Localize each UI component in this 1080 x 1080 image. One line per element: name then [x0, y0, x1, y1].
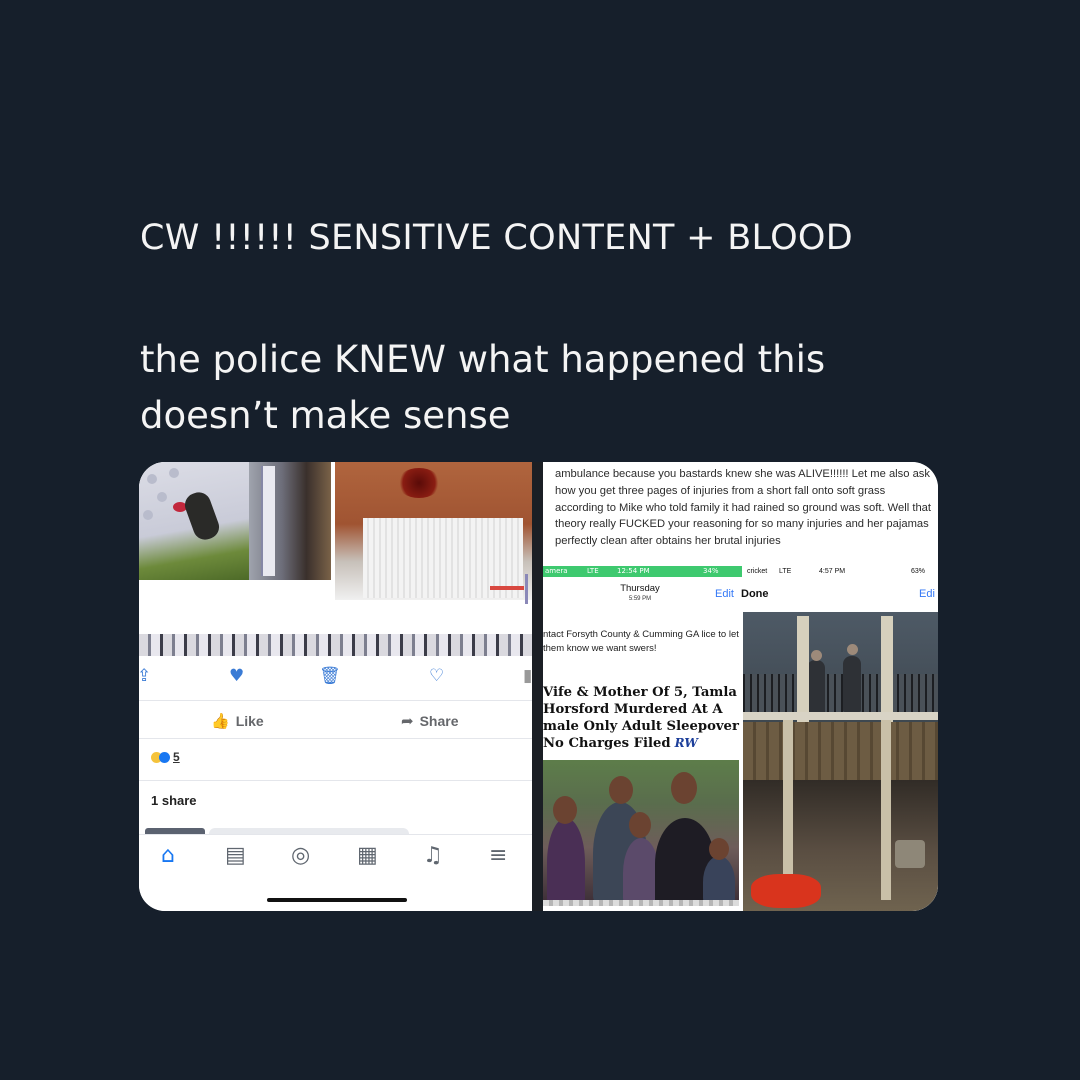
person — [843, 656, 861, 712]
share-button[interactable]: ➦ Share — [401, 712, 459, 730]
thumbs-up-icon: 👍 — [211, 713, 230, 730]
status-time: 4:57 PM — [819, 568, 846, 575]
watch-icon[interactable]: ▦ — [357, 843, 378, 868]
evidence-photo-wound[interactable] — [335, 462, 532, 604]
content-warning: CW !!!!!! SENSITIVE CONTENT + BLOOD — [140, 218, 854, 258]
carrier-label: amera — [545, 567, 568, 575]
divider — [139, 700, 532, 701]
evidence-photo-ground[interactable] — [139, 462, 249, 580]
publisher-logo: RW — [674, 736, 698, 750]
share-count[interactable]: 1 share — [151, 793, 197, 808]
bell-icon[interactable]: ♫ — [423, 843, 443, 868]
status-bar-right: cricket LTE 4:57 PM 63% — [743, 566, 938, 577]
share-arrow-icon: ➦ — [401, 713, 414, 730]
family-photo[interactable] — [543, 760, 739, 906]
network-label: LTE — [587, 567, 599, 575]
headline-text: Vife & Mother Of 5, Tamla Horsford Murde… — [543, 685, 739, 751]
person — [807, 660, 825, 716]
battery-level: 34% — [703, 567, 719, 575]
reaction-summary[interactable]: 5 — [151, 750, 180, 764]
heart-outline-icon[interactable]: ♡ — [429, 666, 444, 686]
news-screenshot-collage: ambulance because you bastards knew she … — [543, 462, 938, 911]
person — [547, 818, 585, 906]
news-headline: Vife & Mother Of 5, Tamla Horsford Murde… — [543, 684, 739, 752]
marketplace-icon[interactable]: ▤ — [225, 843, 246, 868]
evidence-photo-ruler[interactable] — [249, 462, 331, 580]
face — [709, 838, 729, 860]
like-label: Like — [235, 713, 264, 729]
like-button[interactable]: 👍 Like — [211, 712, 264, 730]
reaction-count: 5 — [173, 750, 180, 764]
status-bar-left: amera LTE 12:54 PM 34% — [543, 566, 742, 577]
facebook-post-screenshot: ⇪ ♥ 🗑 ♡ ▮ 👍 Like ➦ Share 5 1 share ⌂ ▤ ◎ ▦… — [139, 462, 532, 911]
network-label: LTE — [779, 568, 792, 575]
done-button[interactable]: Done — [741, 588, 769, 600]
contact-text: ntact Forsyth County & Cumming GA lice t… — [543, 629, 739, 654]
bottom-nav-bar: ⌂ ▤ ◎ ▦ ♫ ≡ — [139, 835, 532, 881]
groups-icon[interactable]: ◎ — [291, 843, 310, 868]
face — [671, 772, 697, 804]
heart-filled-icon[interactable]: ♥ — [229, 666, 244, 686]
note-day: Thursday — [620, 583, 660, 594]
note-time: 5:59 PM — [628, 596, 652, 602]
post-text: ambulance because you bastards knew she … — [555, 468, 932, 548]
person — [623, 838, 659, 906]
caption-text: the police KNEW what happened this doesn… — [140, 338, 826, 437]
face — [847, 644, 858, 655]
share-icon[interactable]: ⇪ — [139, 666, 151, 686]
home-indicator[interactable] — [267, 898, 407, 902]
collage-divider — [532, 462, 543, 911]
red-circle-annotation — [751, 874, 821, 908]
menu-icon[interactable]: ≡ — [489, 843, 507, 868]
face — [811, 650, 822, 661]
edit-button[interactable]: Edi — [919, 588, 935, 600]
battery-level: 63% — [911, 568, 926, 575]
share-label: Share — [419, 713, 459, 729]
like-reaction-icon — [159, 752, 170, 764]
screenshot-collage: ⇪ ♥ 🗑 ♡ ▮ 👍 Like ➦ Share 5 1 share ⌂ ▤ ◎ ▦… — [139, 462, 938, 911]
face — [629, 812, 651, 838]
divider — [139, 738, 532, 739]
trash-icon[interactable]: ▮ — [523, 666, 532, 686]
photo-action-row: ⇪ ♥ 🗑 ♡ ▮ — [139, 666, 532, 690]
home-icon[interactable]: ⌂ — [161, 843, 175, 868]
trash-icon[interactable]: 🗑 — [319, 666, 341, 686]
divider — [139, 780, 532, 781]
carrier-label: cricket — [747, 568, 768, 575]
face — [609, 776, 633, 804]
house-balcony-photo[interactable] — [743, 612, 938, 911]
person — [703, 856, 735, 906]
face — [553, 796, 577, 824]
photo-thumbnail-strip[interactable] — [139, 634, 532, 656]
status-time: 12:54 PM — [617, 567, 650, 575]
edit-button[interactable]: Edit — [715, 588, 734, 600]
